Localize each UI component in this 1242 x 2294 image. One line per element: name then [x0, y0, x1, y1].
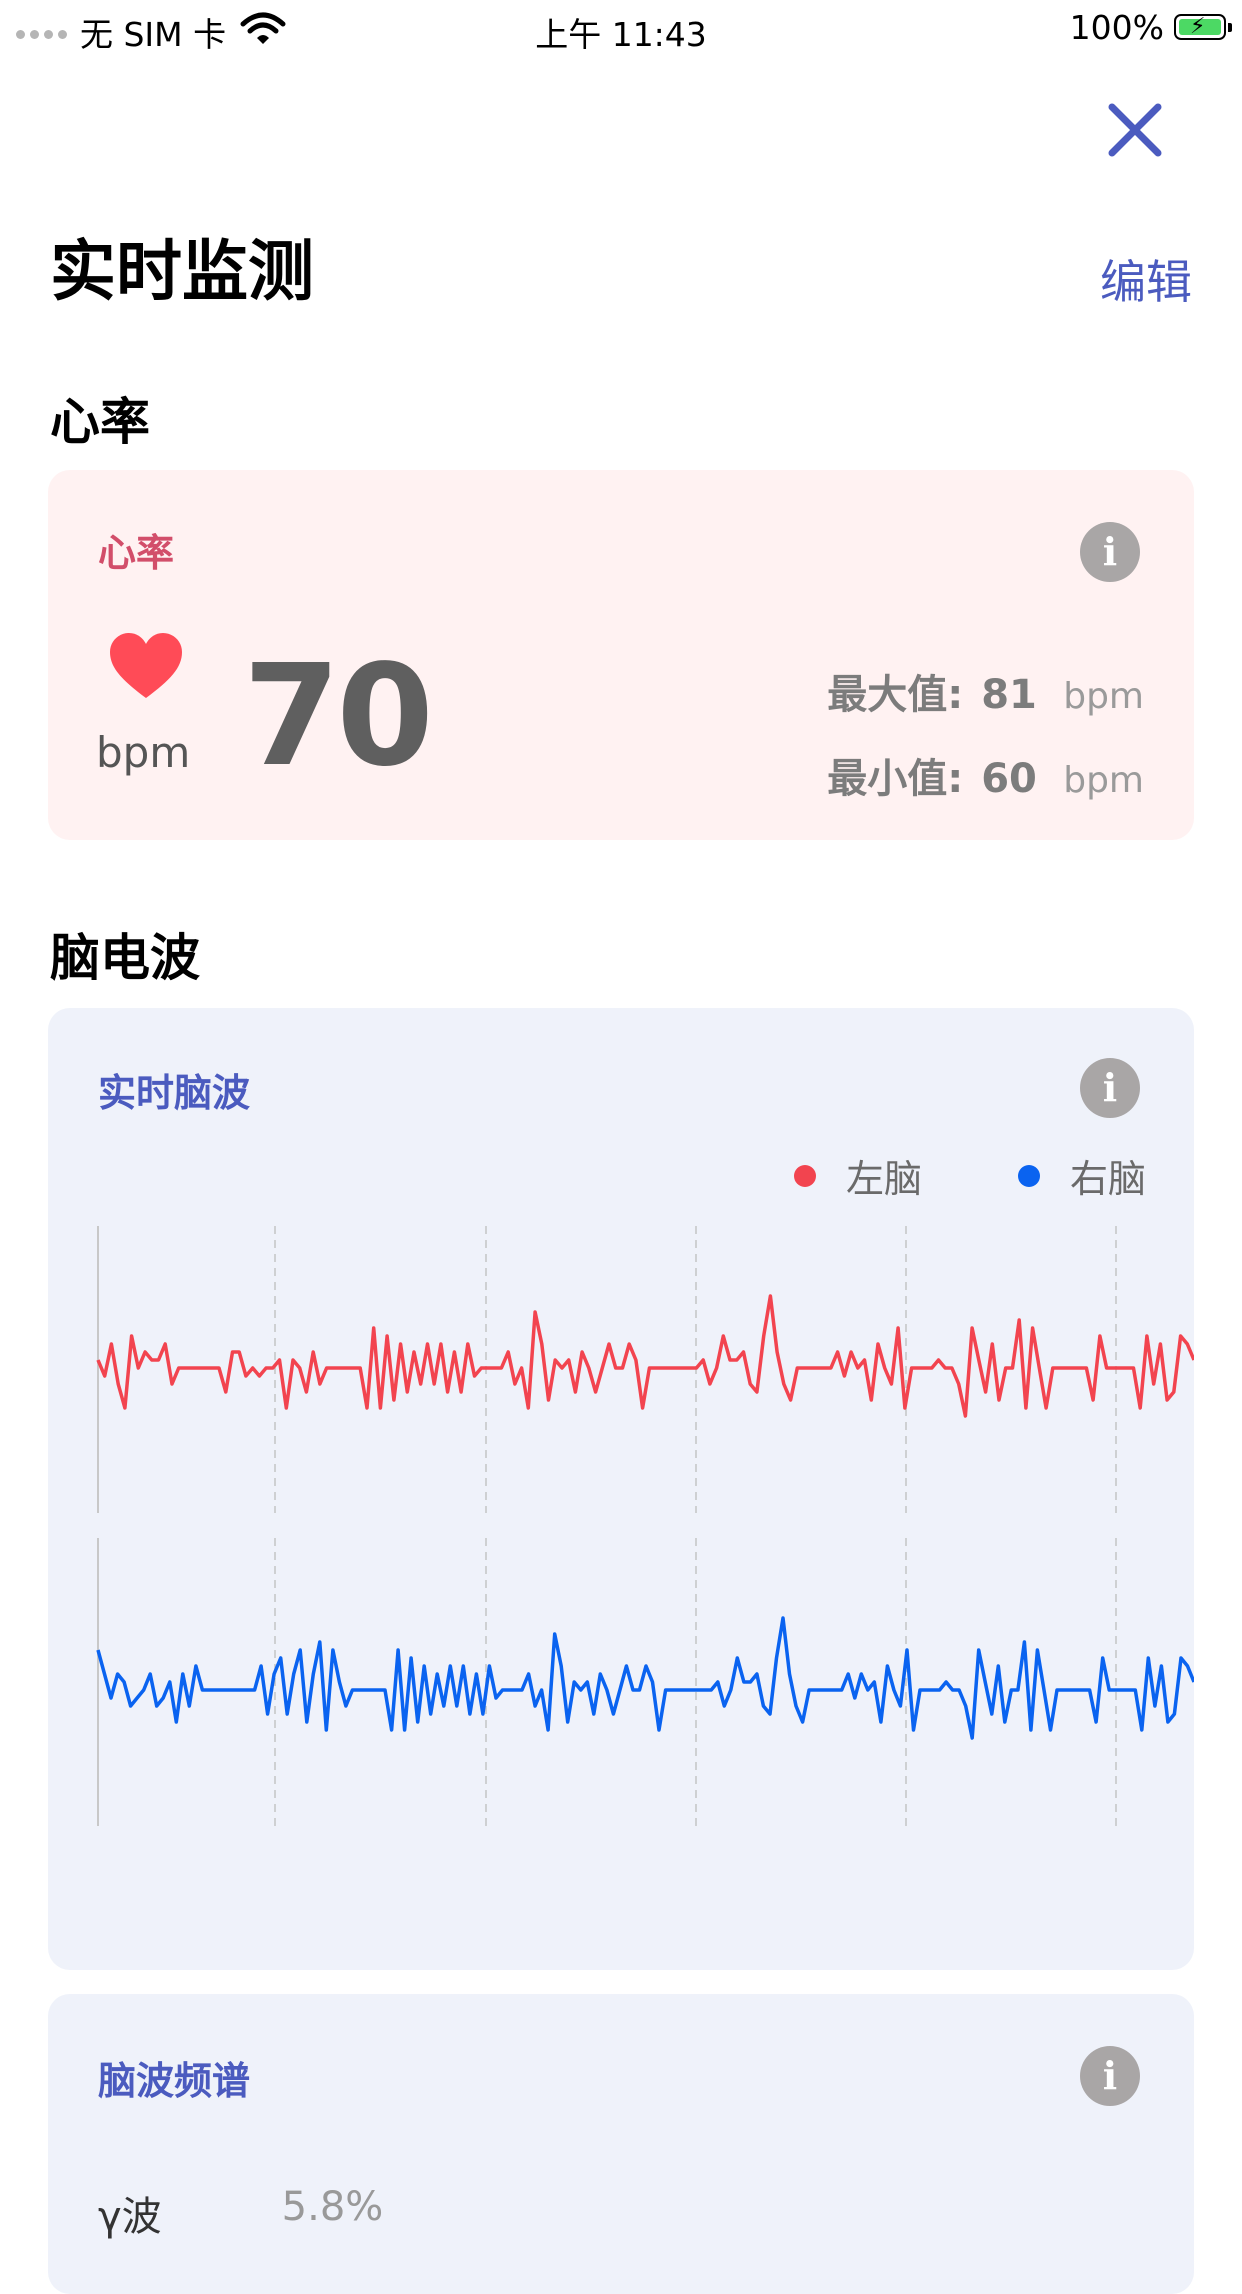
- max-value: 81: [981, 672, 1037, 718]
- left-brain-line: [96, 1294, 1194, 1418]
- battery-percent: 100%: [1069, 8, 1164, 47]
- min-value: 60: [981, 756, 1037, 802]
- eeg-chart: [96, 1226, 1194, 1826]
- spectrum-row: γ波 5.8%: [98, 2184, 383, 2242]
- close-button[interactable]: [1100, 95, 1170, 165]
- spectrum-row-value: 5.8%: [281, 2184, 384, 2230]
- edit-button[interactable]: 编辑: [1100, 246, 1192, 312]
- status-bar: 无 SIM 卡 上午 11:43 100% ⚡: [0, 0, 1242, 60]
- info-icon[interactable]: i: [1080, 522, 1140, 582]
- info-icon[interactable]: i: [1080, 2046, 1140, 2106]
- page-title: 实时监测: [50, 233, 314, 310]
- close-icon: [1108, 103, 1162, 157]
- heart-rate-unit: bpm: [96, 728, 191, 777]
- spectrum-row-label: γ波: [98, 2194, 162, 2240]
- status-time: 上午 11:43: [535, 15, 707, 54]
- battery-icon: ⚡: [1174, 14, 1232, 40]
- spectrum-card: 脑波频谱 i γ波 5.8%: [48, 1994, 1194, 2294]
- spectrum-card-title: 脑波频谱: [98, 2059, 251, 2103]
- eeg-card: 实时脑波 i 左脑 右脑: [48, 1008, 1194, 1970]
- max-label: 最大值:: [827, 672, 964, 718]
- heart-rate-card[interactable]: 心率 i bpm 70 最大值: 81 bpm 最小值: 60 bpm: [48, 470, 1194, 840]
- eeg-section-title: 脑电波: [50, 929, 200, 987]
- heart-icon: [108, 632, 184, 704]
- heart-rate-value: 70: [243, 635, 434, 798]
- min-unit: bpm: [1063, 760, 1144, 801]
- heart-rate-card-title: 心率: [98, 531, 175, 575]
- min-stat: 最小值: 60 bpm: [827, 746, 1144, 804]
- right-brain-line: [96, 1616, 1194, 1740]
- heart-rate-section-title: 心率: [50, 393, 150, 451]
- max-unit: bpm: [1063, 676, 1144, 717]
- max-stat: 最大值: 81 bpm: [827, 662, 1144, 720]
- min-label: 最小值:: [827, 756, 964, 802]
